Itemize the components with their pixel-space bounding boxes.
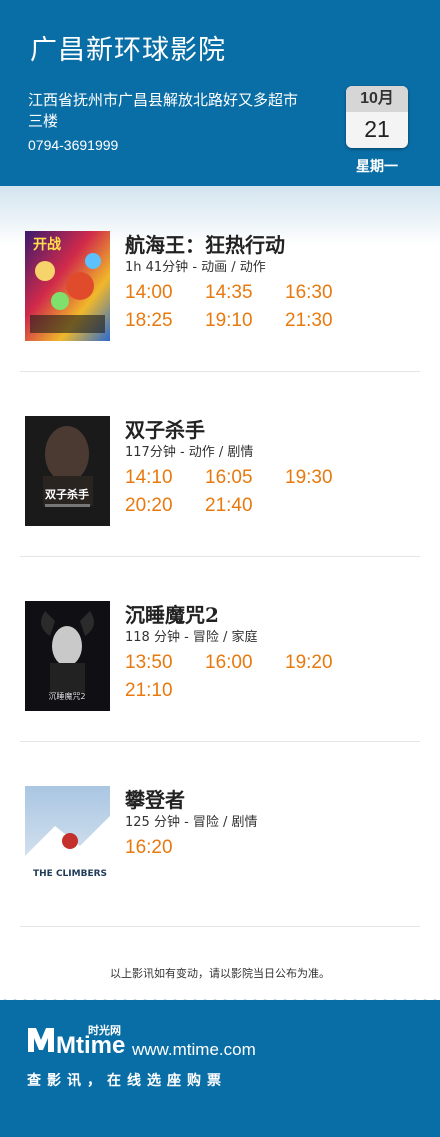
movie-poster[interactable]: 沉睡魔咒2 (25, 601, 110, 711)
movie-item[interactable]: 双子杀手 双子杀手 117分钟 - 动作 / 剧情 14:10 16:05 19:3… (20, 371, 420, 557)
movie-item[interactable]: 沉睡魔咒2 沉睡魔咒2 118 分钟 - 冒险 / 家庭 13:50 16:00 1… (20, 556, 420, 742)
movie-poster[interactable]: THE CLIMBERS (25, 786, 110, 896)
showtime[interactable]: 19:10 (205, 310, 285, 338)
movie-poster[interactable]: 双子杀手 (25, 416, 110, 526)
cinema-phone[interactable]: 0794-3691999 (28, 137, 118, 153)
movie-title[interactable]: 航海王：狂热行动 (125, 229, 285, 258)
movie-meta: 125 分钟 - 冒险 / 剧情 (125, 815, 258, 830)
calendar-month: 10月 (346, 86, 408, 112)
movie-meta: 1h 41分钟 - 动画 / 动作 (125, 260, 266, 275)
mtime-url-link[interactable]: www.mtime.com (132, 1040, 256, 1060)
movie-meta: 117分钟 - 动作 / 剧情 (125, 445, 254, 460)
showtime[interactable]: 19:20 (285, 652, 365, 680)
mtime-logo[interactable]: Mtime 时光网 (26, 1022, 130, 1062)
movie-meta: 118 分钟 - 冒险 / 家庭 (125, 630, 258, 645)
footer: Mtime 时光网 www.mtime.com 查影讯，在线选座购票 (0, 1000, 440, 1137)
calendar-date-icon: 10月 21 (346, 86, 408, 148)
showtime-list: 14:00 14:35 16:30 18:25 19:10 21:30 (125, 282, 425, 338)
showtime-list: 16:20 (125, 837, 425, 865)
movie-title[interactable]: 双子杀手 (125, 414, 205, 443)
movie-title[interactable]: 攀登者 (125, 784, 185, 813)
cinema-address-line2: 三楼 (28, 112, 59, 130)
showtime[interactable]: 16:00 (205, 652, 285, 680)
showtime[interactable]: 21:10 (125, 680, 205, 708)
svg-text:THE CLIMBERS: THE CLIMBERS (33, 869, 107, 879)
showtime[interactable]: 16:30 (285, 282, 365, 310)
cinema-header: 广昌新环球影院 江西省抚州市广昌县解放北路好又多超市 三楼 0794-36919… (0, 0, 440, 186)
footer-scalloped-edge (0, 996, 440, 1004)
disclaimer-notice: 以上影讯如有变动，请以影院当日公布为准。 (110, 967, 330, 980)
svg-text:双子杀手: 双子杀手 (45, 487, 89, 501)
footer-slogan: 查影讯，在线选座购票 (27, 1073, 227, 1089)
svg-text:时光网: 时光网 (88, 1023, 121, 1037)
showtime[interactable]: 18:25 (125, 310, 205, 338)
showtime[interactable]: 13:50 (125, 652, 205, 680)
movie-poster[interactable]: 开战 (25, 231, 110, 341)
cinema-address: 江西省抚州市广昌县解放北路好又多超市 (28, 91, 299, 109)
movie-item[interactable]: 开战 航海王：狂热行动 1h 41分钟 - 动画 / 动作 14:00 14:35… (20, 186, 420, 372)
showtime[interactable]: 16:20 (125, 837, 205, 865)
showtime[interactable]: 14:10 (125, 467, 205, 495)
cinema-name: 广昌新环球影院 (30, 35, 226, 66)
showtime[interactable]: 21:30 (285, 310, 365, 338)
weekday-label: 星期一 (356, 159, 398, 175)
showtime[interactable]: 21:40 (205, 495, 285, 523)
showtime[interactable]: 20:20 (125, 495, 205, 523)
svg-text:沉睡魔咒2: 沉睡魔咒2 (48, 691, 85, 701)
movie-item[interactable]: THE CLIMBERS 攀登者 125 分钟 - 冒险 / 剧情 16:20 (20, 741, 420, 927)
showtime[interactable]: 14:35 (205, 282, 285, 310)
showtime-list: 13:50 16:00 19:20 21:10 (125, 652, 425, 708)
calendar-day: 21 (364, 116, 390, 142)
movie-title[interactable]: 沉睡魔咒2 (125, 599, 219, 628)
showtime-list: 14:10 16:05 19:30 20:20 21:40 (125, 467, 425, 523)
svg-text:开战: 开战 (33, 236, 61, 253)
showtime[interactable]: 19:30 (285, 467, 365, 495)
showtime[interactable]: 16:05 (205, 467, 285, 495)
showtime[interactable]: 14:00 (125, 282, 205, 310)
